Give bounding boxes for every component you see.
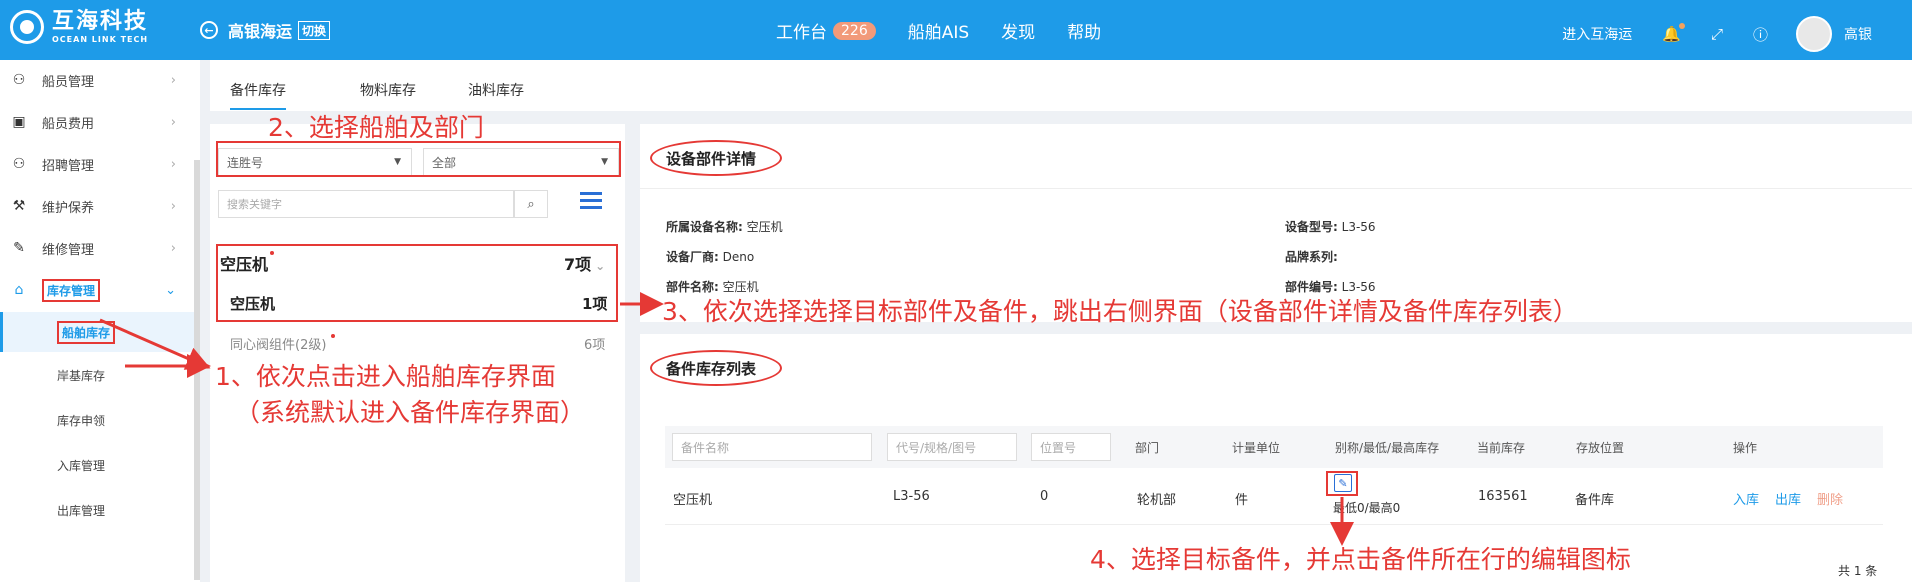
- arrow-step1a: [99, 318, 211, 370]
- annotation-arrows: [99, 292, 1354, 546]
